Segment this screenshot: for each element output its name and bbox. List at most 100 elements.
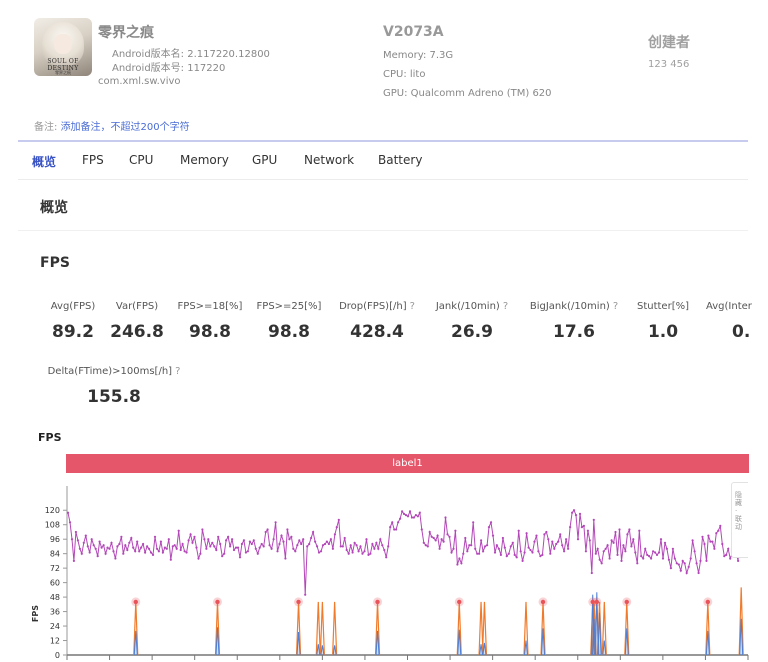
- fps-point: [460, 562, 463, 565]
- fps-point: [353, 541, 356, 544]
- metric-label: Stutter[%]: [636, 301, 690, 312]
- app-icon: SOUL OF DESTINY 零界之痕: [34, 18, 92, 76]
- fps-point: [438, 547, 441, 550]
- fps-chart[interactable]: 0 12 24 36 48 60 72 84 96 108 120 FPS: [0, 476, 768, 662]
- help-icon[interactable]: ?: [613, 301, 618, 312]
- fps-point: [393, 528, 396, 531]
- y-tick-label: 24: [50, 622, 60, 631]
- device-name: V2073A: [383, 24, 444, 40]
- fps-point: [391, 521, 394, 524]
- metric-label-text: Drop(FPS)[/h]: [339, 301, 407, 312]
- fps-point: [157, 550, 160, 553]
- tab-battery[interactable]: Battery: [378, 153, 422, 167]
- fps-point: [545, 530, 548, 534]
- fps-point: [191, 541, 194, 544]
- fps-point: [648, 555, 651, 558]
- add-note-link[interactable]: 添加备注，不超过200个字符: [61, 122, 190, 133]
- fps-point: [582, 524, 586, 527]
- app-version: Android版本名: 2.117220.12800: [112, 49, 270, 60]
- fps-point: [727, 547, 730, 550]
- help-icon[interactable]: ?: [503, 301, 508, 312]
- fps-point: [225, 539, 228, 542]
- fps-point: [138, 550, 141, 553]
- metric-var-fps: Var(FPS) 246.8: [108, 301, 166, 342]
- fps-point: [211, 541, 214, 544]
- fps-point: [302, 538, 305, 541]
- help-icon[interactable]: ?: [175, 366, 180, 377]
- fps-point: [100, 546, 103, 549]
- tab-cpu[interactable]: CPU: [129, 153, 153, 167]
- fps-point: [92, 544, 95, 547]
- fps-point: [221, 555, 224, 558]
- fps-point: [721, 542, 724, 546]
- fps-point: [134, 550, 137, 553]
- fps-point: [159, 540, 162, 543]
- fps-point: [217, 535, 220, 538]
- y-tick-label: 108: [45, 521, 60, 530]
- fps-point: [707, 534, 710, 537]
- tab-memory[interactable]: Memory: [180, 153, 229, 167]
- fps-point: [381, 544, 384, 547]
- bigjank-marker: [540, 599, 546, 605]
- fps-point: [165, 547, 168, 550]
- fps-point: [86, 545, 89, 548]
- fps-point: [574, 514, 578, 517]
- fps-point: [76, 539, 79, 542]
- tab-fps[interactable]: FPS: [82, 153, 104, 167]
- fps-point: [598, 558, 601, 561]
- fps-point: [549, 552, 552, 555]
- fps-point: [345, 548, 348, 552]
- metric-bigjank: BigJank(/10min)? 17.6: [526, 301, 622, 342]
- fps-point: [669, 567, 673, 570]
- fps-point: [517, 529, 520, 532]
- fps-point: [229, 545, 232, 548]
- fps-point: [339, 545, 342, 548]
- fps-point: [385, 556, 388, 559]
- fps-point: [565, 538, 568, 541]
- fps-point: [693, 550, 696, 553]
- fps-point: [572, 509, 576, 512]
- fps-point: [531, 551, 534, 554]
- fps-point: [98, 540, 101, 543]
- fps-point: [232, 548, 236, 552]
- fps-point: [304, 593, 307, 596]
- fps-point: [215, 548, 218, 552]
- help-icon[interactable]: ?: [410, 301, 415, 312]
- fps-point: [628, 528, 631, 531]
- tab-network[interactable]: Network: [304, 153, 354, 167]
- fps-point: [323, 542, 327, 546]
- fps-point: [124, 544, 127, 547]
- fps-point: [414, 514, 417, 517]
- tab-gpu[interactable]: GPU: [252, 153, 277, 167]
- fps-point: [317, 551, 321, 554]
- fps-point: [719, 524, 722, 527]
- fps-point: [144, 551, 147, 554]
- fps-point: [181, 542, 184, 546]
- chart-side-panel[interactable]: 隐藏 · 联动: [731, 482, 748, 558]
- fps-point: [337, 518, 340, 521]
- fps-point: [561, 544, 564, 547]
- fps-point: [626, 533, 629, 536]
- tab-overview[interactable]: 概览: [32, 153, 56, 170]
- fps-point: [333, 533, 336, 536]
- fps-point: [713, 547, 716, 550]
- metric-label-text: BigJank(/10min): [529, 301, 610, 312]
- fps-point: [580, 526, 584, 529]
- fps-point: [511, 541, 514, 544]
- fps-point: [509, 545, 512, 548]
- fps-point: [547, 538, 550, 541]
- fps-point: [94, 547, 97, 550]
- y-tick-label: 0: [55, 651, 60, 660]
- fps-point: [634, 551, 637, 554]
- fps-point: [654, 551, 657, 554]
- label-band[interactable]: label1: [66, 454, 749, 473]
- fps-point: [397, 521, 400, 524]
- fps-point: [151, 553, 155, 556]
- fps-point: [683, 562, 686, 565]
- fps-point: [286, 528, 289, 531]
- fps-point: [149, 551, 153, 554]
- fps-point: [207, 538, 210, 541]
- fps-point: [355, 544, 358, 547]
- bigjank-marker: [133, 599, 138, 605]
- fps-point: [606, 544, 609, 547]
